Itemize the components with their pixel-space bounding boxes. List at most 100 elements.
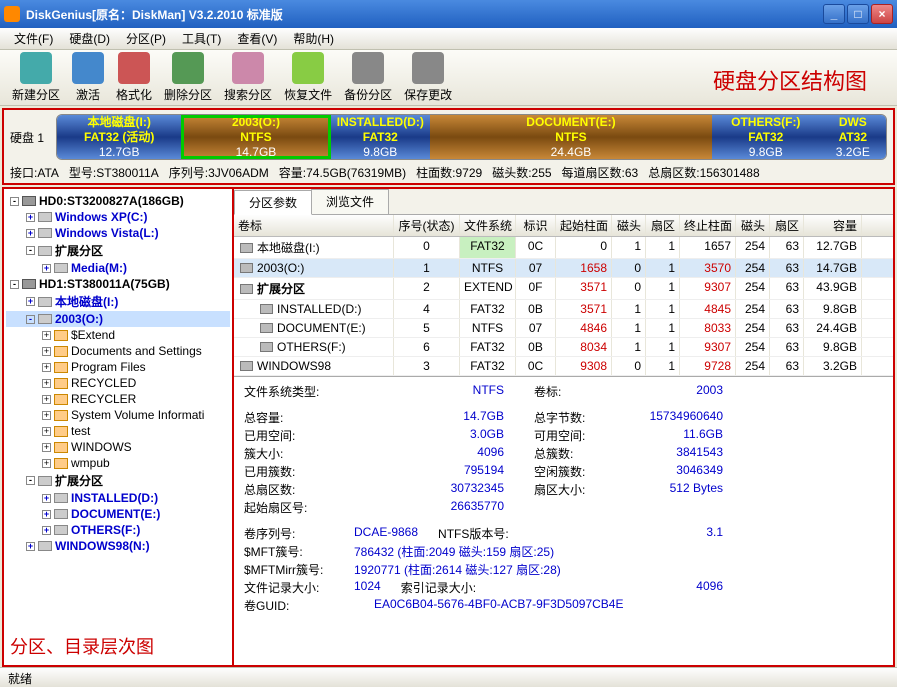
tree-node[interactable]: +RECYCLER bbox=[6, 391, 230, 407]
toolbar-button[interactable]: 删除分区 bbox=[158, 50, 218, 105]
tree-node[interactable]: +INSTALLED(D:) bbox=[6, 490, 230, 506]
toolbar-button[interactable]: 格式化 bbox=[110, 50, 158, 105]
column-header[interactable]: 序号(状态) bbox=[394, 215, 460, 236]
tree-toggle-icon[interactable]: + bbox=[42, 427, 51, 436]
tree-node[interactable]: +WINDOWS98(N:) bbox=[6, 538, 230, 554]
tree-node[interactable]: + Media(M:) bbox=[6, 260, 230, 276]
tree-node[interactable]: + DOCUMENT(E:) bbox=[6, 506, 230, 522]
column-header[interactable]: 标识 bbox=[516, 215, 556, 236]
tree-toggle-icon[interactable]: - bbox=[10, 280, 19, 289]
part-icon bbox=[54, 509, 68, 519]
column-header[interactable]: 磁头 bbox=[736, 215, 770, 236]
tree-toggle-icon[interactable]: + bbox=[42, 264, 51, 273]
volume-icon bbox=[240, 361, 253, 371]
close-button[interactable]: × bbox=[871, 4, 893, 24]
disk-info-line: 接口:ATA型号:ST380011A序列号:3JV06ADM容量:74.5GB(… bbox=[10, 164, 887, 181]
tree-node[interactable]: +本地磁盘(I:) bbox=[6, 292, 230, 311]
tree-toggle-icon[interactable]: + bbox=[42, 494, 51, 503]
tree-toggle-icon[interactable]: + bbox=[42, 510, 51, 519]
fold-icon bbox=[54, 410, 68, 421]
partition-segment[interactable]: INSTALLED(D:)FAT329.8GB bbox=[331, 115, 430, 159]
tree-node[interactable]: -扩展分区 bbox=[6, 241, 230, 260]
table-row[interactable]: DOCUMENT(E:)5NTFS0748461180332546324.4GB bbox=[234, 319, 893, 338]
tree-toggle-icon[interactable]: + bbox=[42, 331, 51, 340]
tree-node[interactable]: -HD1:ST380011A(75GB) bbox=[6, 276, 230, 292]
tree-toggle-icon[interactable]: - bbox=[26, 246, 35, 255]
table-row[interactable]: 本地磁盘(I:)0FAT320C01116572546312.7GB bbox=[234, 237, 893, 259]
tree-toggle-icon[interactable]: + bbox=[42, 379, 51, 388]
column-header[interactable]: 磁头 bbox=[612, 215, 646, 236]
toolbar-button[interactable]: 备份分区 bbox=[338, 50, 398, 105]
menu-item[interactable]: 硬盘(D) bbox=[61, 28, 118, 49]
tree-toggle-icon[interactable]: + bbox=[42, 459, 51, 468]
tree-node[interactable]: +Documents and Settings bbox=[6, 343, 230, 359]
tree-node[interactable]: +RECYCLED bbox=[6, 375, 230, 391]
tree-node[interactable]: +test bbox=[6, 423, 230, 439]
column-header[interactable]: 扇区 bbox=[646, 215, 680, 236]
tree-node[interactable]: +$Extend bbox=[6, 327, 230, 343]
partition-segment[interactable]: 本地磁盘(I:)FAT32 (活动)12.7GB bbox=[57, 115, 181, 159]
tree-toggle-icon[interactable]: + bbox=[42, 395, 51, 404]
tree-toggle-icon[interactable]: + bbox=[42, 443, 51, 452]
tree-label: DOCUMENT(E:) bbox=[71, 507, 160, 521]
tree-label: Media(M:) bbox=[71, 261, 127, 275]
window-title: DiskGenius[原名：DiskMan] V3.2.2010 标准版 bbox=[26, 6, 823, 23]
table-row[interactable]: 扩展分区2EXTEND0F35710193072546343.9GB bbox=[234, 278, 893, 300]
tree-toggle-icon[interactable]: + bbox=[26, 229, 35, 238]
minimize-button[interactable]: _ bbox=[823, 4, 845, 24]
toolbar-button[interactable]: 恢复文件 bbox=[278, 50, 338, 105]
maximize-button[interactable]: □ bbox=[847, 4, 869, 24]
tree-toggle-icon[interactable]: + bbox=[42, 526, 51, 535]
fold-icon bbox=[54, 330, 68, 341]
table-row[interactable]: 2003(O:)1NTFS0716580135702546314.7GB bbox=[234, 259, 893, 278]
tab[interactable]: 浏览文件 bbox=[311, 189, 389, 214]
status-bar: 就绪 bbox=[0, 667, 897, 687]
tree-toggle-icon[interactable]: + bbox=[26, 542, 35, 551]
column-header[interactable]: 文件系统 bbox=[460, 215, 516, 236]
partition-segment[interactable]: OTHERS(F:)FAT329.8GB bbox=[712, 115, 820, 159]
fold-icon bbox=[54, 394, 68, 405]
tree-node[interactable]: +OTHERS(F:) bbox=[6, 522, 230, 538]
menu-item[interactable]: 文件(F) bbox=[6, 28, 61, 49]
column-header[interactable]: 终止柱面 bbox=[680, 215, 736, 236]
tree-node[interactable]: +WINDOWS bbox=[6, 439, 230, 455]
tree-node[interactable]: +Program Files bbox=[6, 359, 230, 375]
tree-toggle-icon[interactable]: + bbox=[42, 411, 51, 420]
table-row[interactable]: INSTALLED(D:)4FAT320B3571114845254639.8G… bbox=[234, 300, 893, 319]
tree-toggle-icon[interactable]: - bbox=[26, 315, 35, 324]
partition-segment[interactable]: DOCUMENT(E:)NTFS24.4GB bbox=[430, 115, 712, 159]
tree-node[interactable]: +System Volume Informati bbox=[6, 407, 230, 423]
toolbar-button[interactable]: 搜索分区 bbox=[218, 50, 278, 105]
table-row[interactable]: WINDOWS983FAT320C9308019728254633.2GB bbox=[234, 357, 893, 376]
tree-node[interactable]: -2003(O:) bbox=[6, 311, 230, 327]
tree-toggle-icon[interactable]: - bbox=[26, 476, 35, 485]
tree-node[interactable]: +wmpub bbox=[6, 455, 230, 471]
toolbar-button[interactable]: 新建分区 bbox=[6, 50, 66, 105]
column-header[interactable]: 扇区 bbox=[770, 215, 804, 236]
tree-node[interactable]: +Windows Vista(L:) bbox=[6, 225, 230, 241]
part-icon bbox=[38, 297, 52, 307]
table-row[interactable]: OTHERS(F:)6FAT320B8034119307254639.8GB bbox=[234, 338, 893, 357]
column-header[interactable]: 容量 bbox=[804, 215, 862, 236]
tree-toggle-icon[interactable]: - bbox=[10, 197, 19, 206]
partition-segment[interactable]: 2003(O:)NTFS14.7GB bbox=[181, 115, 330, 159]
toolbar-button[interactable]: 保存更改 bbox=[398, 50, 458, 105]
toolbar-icon bbox=[232, 52, 264, 84]
tree-node[interactable]: +Windows XP(C:) bbox=[6, 209, 230, 225]
partition-segment[interactable]: DWSAT323.2GE bbox=[820, 115, 886, 159]
menu-item[interactable]: 分区(P) bbox=[118, 28, 174, 49]
tree-node[interactable]: -扩展分区 bbox=[6, 471, 230, 490]
tree-toggle-icon[interactable]: + bbox=[26, 297, 35, 306]
menu-item[interactable]: 工具(T) bbox=[174, 28, 229, 49]
column-header[interactable]: 起始柱面 bbox=[556, 215, 612, 236]
tree-toggle-icon[interactable]: + bbox=[42, 347, 51, 356]
app-icon bbox=[4, 6, 20, 22]
menu-item[interactable]: 帮助(H) bbox=[285, 28, 342, 49]
toolbar-button[interactable]: 激活 bbox=[66, 50, 110, 105]
tree-toggle-icon[interactable]: + bbox=[26, 213, 35, 222]
tree-node[interactable]: -HD0:ST3200827A(186GB) bbox=[6, 193, 230, 209]
tab[interactable]: 分区参数 bbox=[234, 190, 312, 215]
tree-toggle-icon[interactable]: + bbox=[42, 363, 51, 372]
column-header[interactable]: 卷标 bbox=[234, 215, 394, 236]
menu-item[interactable]: 查看(V) bbox=[229, 28, 285, 49]
